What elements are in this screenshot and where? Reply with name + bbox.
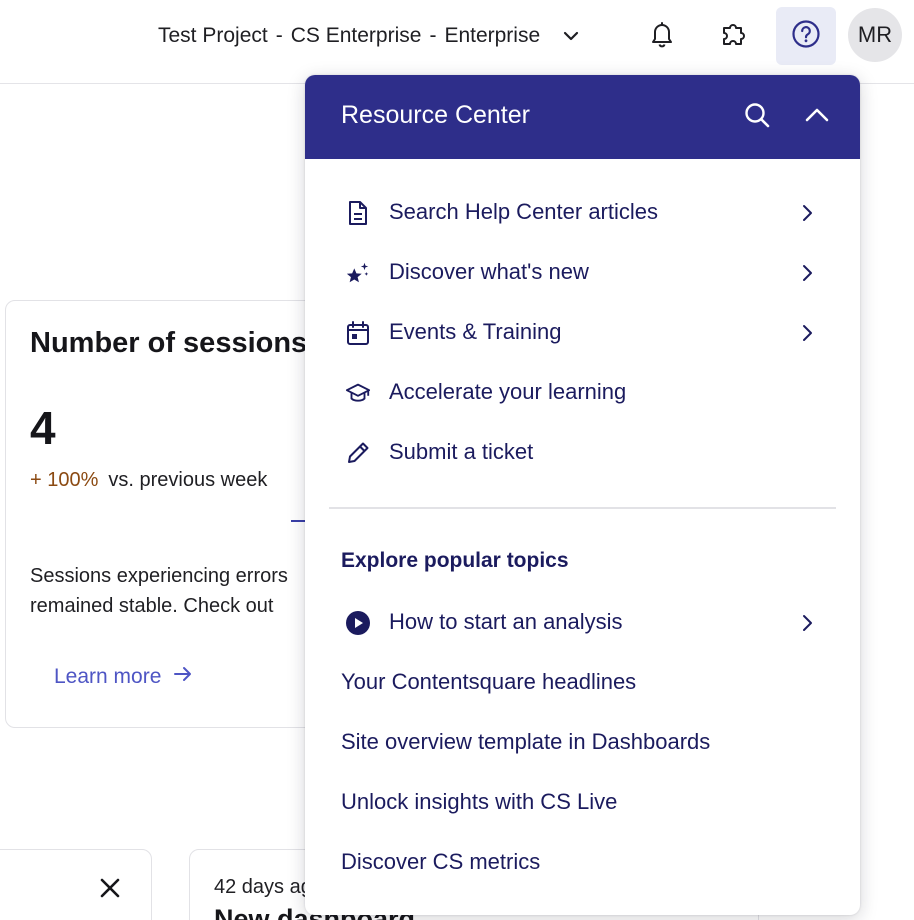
- search-icon: [743, 101, 771, 134]
- topic-headlines[interactable]: Your Contentsquare headlines: [305, 653, 860, 713]
- learn-more-link[interactable]: Learn more: [54, 665, 193, 689]
- close-icon: [99, 877, 121, 904]
- menu-item-events-training[interactable]: Events & Training: [305, 303, 860, 363]
- menu-item-submit-ticket[interactable]: Submit a ticket: [305, 423, 860, 483]
- menu-item-label: Accelerate your learning: [389, 379, 627, 404]
- chevron-up-icon: [804, 106, 830, 129]
- topic-label: Site overview template in Dashboards: [341, 729, 711, 754]
- menu-item-label: Events & Training: [389, 319, 562, 344]
- menu-item-learning[interactable]: Accelerate your learning: [305, 363, 860, 423]
- topic-cs-metrics[interactable]: Discover CS metrics: [305, 833, 860, 893]
- help-button[interactable]: [776, 7, 836, 65]
- card-value: 4: [30, 402, 56, 454]
- chevron-down-icon: [562, 27, 580, 45]
- resource-center-collapse-button[interactable]: [801, 101, 833, 133]
- bell-icon: [649, 20, 675, 53]
- resource-center-header: Resource Center: [305, 75, 860, 159]
- divider: [329, 507, 836, 509]
- topic-label: How to start an analysis: [389, 609, 623, 634]
- resource-center-panel: Resource Center Search Help Center artic…: [305, 75, 860, 915]
- project-name: Test Project: [158, 24, 268, 47]
- pencil-icon: [345, 440, 371, 466]
- menu-item-help-articles[interactable]: Search Help Center articles: [305, 183, 860, 243]
- top-bar: Test Project - CS Enterprise - Enterpris…: [0, 0, 914, 84]
- section-title: Explore popular topics: [341, 549, 569, 572]
- menu-item-label: Search Help Center articles: [389, 199, 659, 224]
- change-suffix: vs. previous week: [108, 469, 268, 491]
- topic-cs-live[interactable]: Unlock insights with CS Live: [305, 773, 860, 833]
- menu-item-whats-new[interactable]: Discover what's new: [305, 243, 860, 303]
- resource-center-search-button[interactable]: [741, 101, 773, 133]
- question-circle-icon: [791, 19, 821, 54]
- chevron-right-icon: [797, 323, 817, 343]
- chevron-right-icon: [797, 203, 817, 223]
- change-percent: + 100%: [30, 469, 99, 491]
- card-title: Number of sessions: [30, 327, 308, 359]
- graduation-cap-icon: [345, 380, 371, 406]
- bottom-card: [0, 849, 152, 920]
- chevron-right-icon: [797, 613, 817, 633]
- chevron-right-icon: [797, 263, 817, 283]
- topic-label: Discover CS metrics: [341, 849, 541, 874]
- topic-label: Unlock insights with CS Live: [341, 789, 618, 814]
- popular-topics-list: How to start an analysis Your Contentsqu…: [305, 593, 860, 893]
- card-change: + 100% vs. previous week: [30, 465, 270, 495]
- play-circle-icon: [345, 610, 371, 636]
- document-icon: [345, 200, 371, 226]
- topic-label: Your Contentsquare headlines: [341, 669, 637, 694]
- topic-site-overview[interactable]: Site overview template in Dashboards: [305, 713, 860, 773]
- notifications-button[interactable]: [632, 7, 692, 65]
- puzzle-icon: [719, 19, 749, 54]
- user-avatar[interactable]: MR: [848, 8, 902, 62]
- menu-item-label: Discover what's new: [389, 259, 589, 284]
- arrow-right-icon: [173, 665, 193, 689]
- separator: -: [275, 24, 283, 47]
- resource-center-menu: Search Help Center articles Discover wha…: [305, 183, 860, 483]
- menu-item-label: Submit a ticket: [389, 439, 534, 464]
- sparkles-icon: [345, 260, 371, 286]
- learn-more-label: Learn more: [54, 665, 162, 688]
- plan-name: Enterprise: [444, 24, 541, 47]
- resource-center-title: Resource Center: [341, 101, 530, 129]
- topic-start-analysis[interactable]: How to start an analysis: [305, 593, 860, 653]
- calendar-icon: [345, 320, 371, 346]
- project-selector[interactable]: Test Project - CS Enterprise - Enterpris…: [158, 18, 580, 54]
- workspace-name: CS Enterprise: [290, 24, 422, 47]
- close-button[interactable]: [96, 876, 124, 904]
- separator: -: [429, 24, 437, 47]
- integrations-button[interactable]: [704, 7, 764, 65]
